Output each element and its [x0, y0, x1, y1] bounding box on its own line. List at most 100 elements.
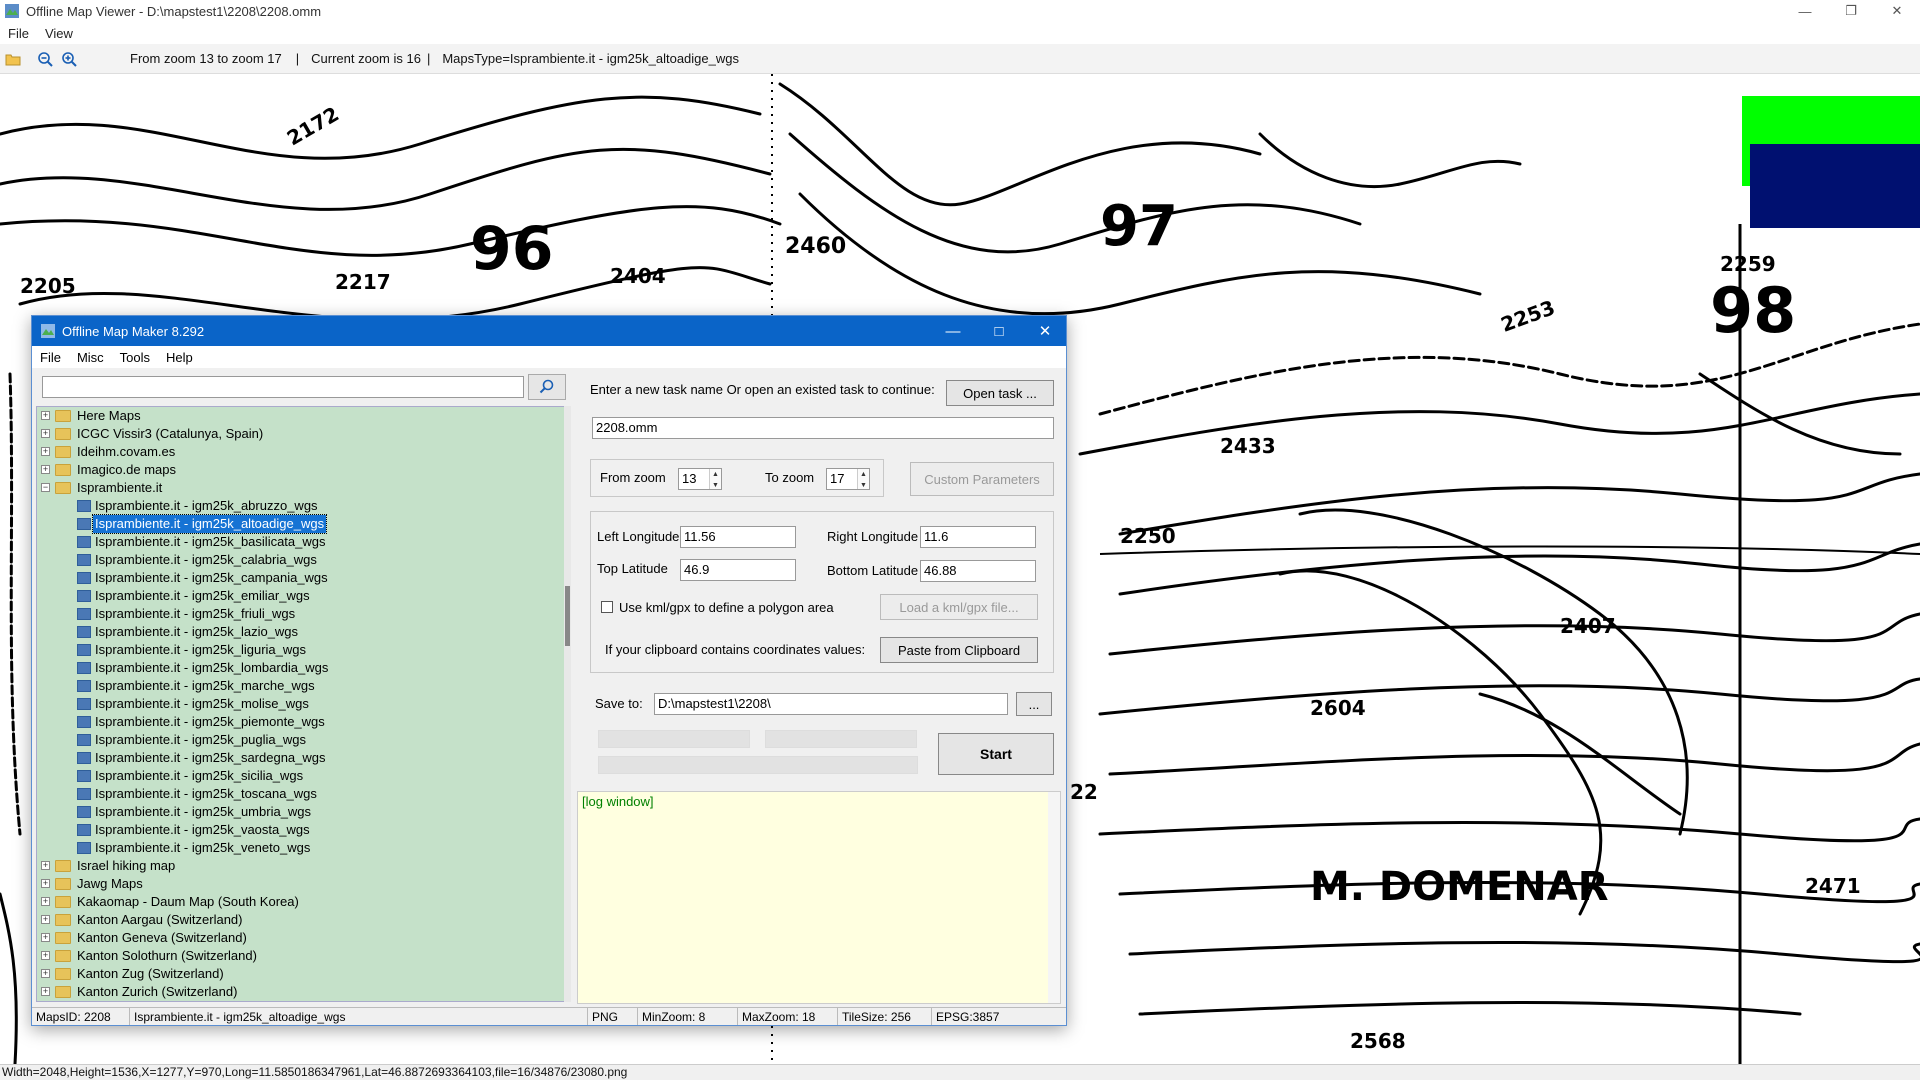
tree-folder-item[interactable]: + Jawg Maps — [37, 875, 566, 893]
expand-icon[interactable]: + — [41, 429, 50, 438]
right-longitude-input[interactable]: 11.6 — [920, 526, 1036, 548]
tree-map-item[interactable]: Isprambiente.it - igm25k_toscana_wgs — [37, 785, 566, 803]
expand-icon[interactable]: + — [41, 447, 50, 456]
zoom-in-icon[interactable] — [58, 48, 80, 70]
dialog-close-button[interactable]: ✕ — [1022, 316, 1068, 346]
tree-folder-item[interactable]: + Israel hiking map — [37, 857, 566, 875]
tree-map-item[interactable]: Isprambiente.it - igm25k_calabria_wgs — [37, 551, 566, 569]
tree-folder-item[interactable]: + Imagico.de maps — [37, 461, 566, 479]
zoom-out-icon[interactable] — [34, 48, 56, 70]
dialog-menu-misc[interactable]: Misc — [69, 350, 112, 365]
viewer-titlebar: Offline Map Viewer - D:\mapstest1\2208\2… — [0, 0, 1920, 22]
close-button[interactable]: ✕ — [1874, 0, 1920, 22]
kml-checkbox[interactable] — [601, 601, 613, 613]
dialog-menu-tools[interactable]: Tools — [112, 350, 158, 365]
menu-file[interactable]: File — [0, 26, 37, 41]
expand-icon[interactable]: + — [41, 411, 50, 420]
tree-item-label: Kanton Geneva (Switzerland) — [77, 930, 247, 945]
tree-map-item[interactable]: Isprambiente.it - igm25k_sicilia_wgs — [37, 767, 566, 785]
tree-folder-item[interactable]: + Kanton Zug (Switzerland) — [37, 965, 566, 983]
collapse-icon[interactable]: − — [41, 483, 50, 492]
to-zoom-spinner[interactable]: 17 ▲ ▼ — [826, 468, 870, 490]
save-path-input[interactable]: D:\mapstest1\2208\ — [654, 693, 1008, 715]
left-longitude-input[interactable]: 11.56 — [680, 526, 796, 548]
folder-icon — [55, 482, 71, 494]
toolbar-separator: | — [426, 51, 431, 66]
tree-folder-item[interactable]: + Ideihm.covam.es — [37, 443, 566, 461]
tree-folder-item[interactable]: + Kanton Geneva (Switzerland) — [37, 929, 566, 947]
tree-item-label: Isprambiente.it - igm25k_campania_wgs — [95, 570, 328, 585]
expand-icon[interactable]: + — [41, 897, 50, 906]
search-button[interactable] — [528, 374, 566, 400]
top-latitude-input[interactable]: 46.9 — [680, 559, 796, 581]
task-prompt: Enter a new task name Or open an existed… — [590, 382, 935, 397]
menu-view[interactable]: View — [37, 26, 81, 41]
expand-icon[interactable]: + — [41, 951, 50, 960]
tree-map-item[interactable]: Isprambiente.it - igm25k_basilicata_wgs — [37, 533, 566, 551]
open-task-button[interactable]: Open task ... — [946, 380, 1054, 406]
tree-item-label: Jawg Maps — [77, 876, 143, 891]
tree-folder-item[interactable]: + Kakaomap - Daum Map (South Korea) — [37, 893, 566, 911]
custom-parameters-button[interactable]: Custom Parameters — [910, 462, 1054, 496]
tree-scrollbar[interactable] — [564, 406, 571, 1002]
tree-folder-item[interactable]: + Here Maps — [37, 407, 566, 425]
bottom-latitude-input[interactable]: 46.88 — [920, 560, 1036, 582]
tree-map-item[interactable]: Isprambiente.it - igm25k_umbria_wgs — [37, 803, 566, 821]
tree-folder-item[interactable]: + Kanton Zurich (Switzerland) — [37, 983, 566, 1001]
tree-folder-item[interactable]: + ICGC Vissir3 (Catalunya, Spain) — [37, 425, 566, 443]
task-name-input[interactable]: 2208.omm — [592, 417, 1054, 439]
tree-map-item[interactable]: Isprambiente.it - igm25k_altoadige_wgs — [37, 514, 566, 534]
log-scrollbar[interactable] — [1048, 792, 1060, 1003]
tree-scrollbar-thumb[interactable] — [565, 586, 570, 646]
tree-map-item[interactable]: Isprambiente.it - igm25k_veneto_wgs — [37, 839, 566, 857]
tree-folder-item[interactable]: + Kanton Aargau (Switzerland) — [37, 911, 566, 929]
dialog-menu-help[interactable]: Help — [158, 350, 201, 365]
load-kml-button[interactable]: Load a kml/gpx file... — [880, 594, 1038, 620]
expand-icon[interactable]: + — [41, 987, 50, 996]
tree-map-item[interactable]: Isprambiente.it - igm25k_campania_wgs — [37, 569, 566, 587]
progress-bar — [598, 730, 750, 748]
restore-button[interactable]: ❐ — [1828, 0, 1874, 22]
status-maps-id: MapsID: 2208 — [32, 1008, 130, 1025]
tree-map-item[interactable]: Isprambiente.it - igm25k_liguria_wgs — [37, 641, 566, 659]
expand-icon[interactable]: + — [41, 915, 50, 924]
current-zoom-info: Current zoom is 16 — [311, 51, 421, 66]
log-window[interactable]: [log window] — [577, 791, 1061, 1004]
app-map-icon — [41, 324, 55, 338]
folder-icon — [55, 896, 71, 908]
spinner-arrows-icon[interactable]: ▲ ▼ — [709, 469, 721, 489]
expand-icon[interactable]: + — [41, 861, 50, 870]
tree-map-item[interactable]: Isprambiente.it - igm25k_abruzzo_wgs — [37, 497, 566, 515]
dialog-maximize-button[interactable]: □ — [976, 316, 1022, 346]
spinner-arrows-icon[interactable]: ▲ ▼ — [857, 469, 869, 489]
from-zoom-spinner[interactable]: 13 ▲ ▼ — [678, 468, 722, 490]
tree-map-item[interactable]: Isprambiente.it - igm25k_vaosta_wgs — [37, 821, 566, 839]
expand-icon[interactable]: + — [41, 465, 50, 474]
open-folder-icon[interactable] — [2, 48, 24, 70]
tree-map-item[interactable]: Isprambiente.it - igm25k_sardegna_wgs — [37, 749, 566, 767]
folder-icon — [55, 968, 71, 980]
tree-folder-item[interactable]: − Isprambiente.it — [37, 479, 566, 497]
dialog-menu-file[interactable]: File — [32, 350, 69, 365]
minimize-button[interactable]: — — [1782, 0, 1828, 22]
expand-icon[interactable]: + — [41, 969, 50, 978]
tree-map-item[interactable]: Isprambiente.it - igm25k_molise_wgs — [37, 695, 566, 713]
expand-icon[interactable]: + — [41, 933, 50, 942]
map-source-tree[interactable]: + Here Maps + ICGC Vissir3 (Catalunya, Spai… — [36, 406, 567, 1002]
search-input[interactable] — [42, 376, 524, 398]
map-label: 2250 — [1120, 524, 1176, 548]
expand-icon[interactable]: + — [41, 879, 50, 888]
tree-map-item[interactable]: Isprambiente.it - igm25k_emiliar_wgs — [37, 587, 566, 605]
tree-folder-item[interactable]: + Kanton Solothurn (Switzerland) — [37, 947, 566, 965]
start-button[interactable]: Start — [938, 733, 1054, 775]
browse-button[interactable]: ... — [1016, 692, 1052, 716]
map-layer-icon — [77, 644, 91, 656]
tree-map-item[interactable]: Isprambiente.it - igm25k_friuli_wgs — [37, 605, 566, 623]
tree-map-item[interactable]: Isprambiente.it - igm25k_piemonte_wgs — [37, 713, 566, 731]
dialog-minimize-button[interactable]: — — [930, 316, 976, 346]
tree-map-item[interactable]: Isprambiente.it - igm25k_lazio_wgs — [37, 623, 566, 641]
tree-map-item[interactable]: Isprambiente.it - igm25k_puglia_wgs — [37, 731, 566, 749]
tree-map-item[interactable]: Isprambiente.it - igm25k_lombardia_wgs — [37, 659, 566, 677]
paste-clipboard-button[interactable]: Paste from Clipboard — [880, 637, 1038, 663]
tree-map-item[interactable]: Isprambiente.it - igm25k_marche_wgs — [37, 677, 566, 695]
